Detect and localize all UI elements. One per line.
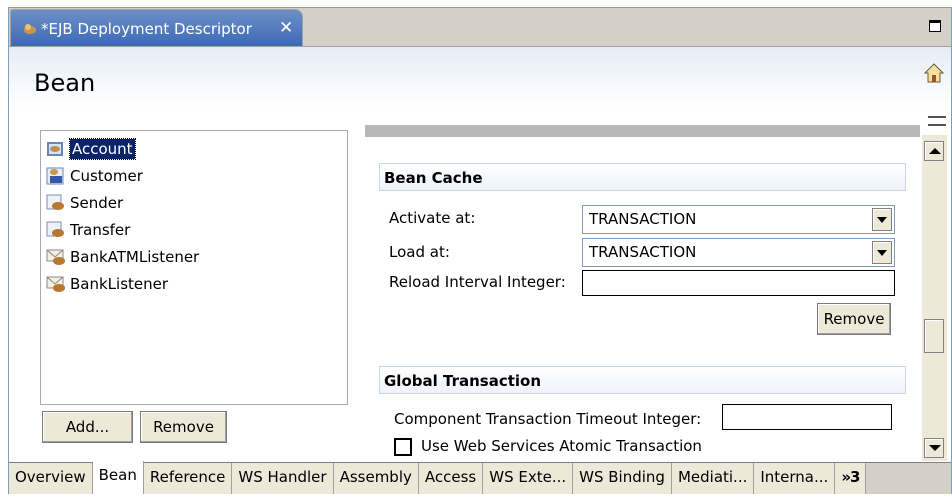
reload-interval-input[interactable] <box>582 270 895 296</box>
tab-mediation[interactable]: Mediati... <box>671 463 755 494</box>
bean-cache-title: Bean Cache <box>379 163 906 191</box>
bean-list[interactable]: Account Customer Sender Transfer BankATM… <box>40 130 348 405</box>
page-tabs: Overview Bean Reference WS Handler Assem… <box>9 461 951 494</box>
chevron-down-icon[interactable] <box>872 241 892 264</box>
message-driven-bean-icon <box>46 276 65 292</box>
load-at-select[interactable]: TRANSACTION <box>582 238 895 267</box>
editor-tab[interactable]: *EJB Deployment Descriptor ✕ <box>10 9 303 46</box>
tab-ws-binding[interactable]: WS Binding <box>573 463 672 494</box>
global-transaction-title: Global Transaction <box>379 366 906 394</box>
tab-internationalization[interactable]: Interna... <box>754 463 836 494</box>
session-bean-icon <box>46 221 64 237</box>
add-bean-button[interactable]: Add... <box>42 411 133 443</box>
global-transaction-section: Global Transaction Component Transaction… <box>379 366 906 466</box>
scroll-thumb[interactable] <box>924 319 944 353</box>
tab-reference[interactable]: Reference <box>143 463 233 494</box>
atomic-transaction-label: Use Web Services Atomic Transaction <box>421 437 702 455</box>
atomic-transaction-checkbox[interactable] <box>394 438 412 456</box>
chevron-down-icon[interactable] <box>872 208 892 231</box>
load-at-value: TRANSACTION <box>589 243 697 261</box>
activate-at-label: Activate at: <box>389 209 476 227</box>
editor-frame: *EJB Deployment Descriptor ✕ Bean Accoun… <box>8 7 952 494</box>
remove-bean-button[interactable]: Remove <box>140 411 227 443</box>
load-at-label: Load at: <box>389 243 450 261</box>
bean-item-label: BankATMListener <box>70 248 200 266</box>
bean-item-banklistener[interactable]: BankListener <box>46 271 168 297</box>
timeout-input[interactable] <box>722 404 892 430</box>
session-bean-icon <box>46 194 64 210</box>
page-title: Bean <box>34 69 96 97</box>
bean-item-sender[interactable]: Sender <box>46 190 123 216</box>
horizontal-scrollbar[interactable] <box>365 125 920 137</box>
tab-access[interactable]: Access <box>418 463 484 494</box>
sash-icon[interactable] <box>928 116 946 126</box>
bean-item-account[interactable]: Account <box>46 136 136 162</box>
scroll-up-icon[interactable] <box>924 141 944 161</box>
bean-item-label: Transfer <box>70 221 131 239</box>
home-icon[interactable] <box>923 62 945 84</box>
close-icon[interactable]: ✕ <box>279 18 293 38</box>
activate-at-select[interactable]: TRANSACTION <box>582 205 895 234</box>
maximize-icon[interactable] <box>929 20 941 32</box>
timeout-label: Component Transaction Timeout Integer: <box>394 410 702 428</box>
bean-item-bankatmlistener[interactable]: BankATMListener <box>46 244 199 270</box>
tab-ws-extension[interactable]: WS Exte... <box>483 463 574 494</box>
bean-item-label: Customer <box>70 167 143 185</box>
tab-overview[interactable]: Overview <box>9 463 93 494</box>
entity-bean-icon <box>47 142 63 156</box>
reload-interval-label: Reload Interval Integer: <box>389 273 566 291</box>
bean-cache-section: Bean Cache Activate at: TRANSACTION Load… <box>379 163 906 343</box>
bean-item-transfer[interactable]: Transfer <box>46 217 130 243</box>
vertical-scrollbar[interactable] <box>922 135 947 461</box>
message-driven-bean-icon <box>46 249 65 265</box>
entity-bean-2-1-icon <box>46 167 64 185</box>
tab-assembly[interactable]: Assembly <box>333 463 419 494</box>
bean-page: Bean Account Customer Sender Transfer Ba… <box>9 47 951 462</box>
remove-cache-button[interactable]: Remove <box>817 303 891 335</box>
ejb-descriptor-icon <box>24 24 36 34</box>
bean-item-label: Sender <box>70 194 124 212</box>
activate-at-value: TRANSACTION <box>589 210 697 228</box>
bean-item-label: Account <box>69 138 136 160</box>
bean-item-label: BankListener <box>70 275 169 293</box>
tab-bean[interactable]: Bean <box>92 461 144 494</box>
scroll-down-icon[interactable] <box>924 438 944 458</box>
more-tabs-button[interactable]: »3 <box>835 463 867 494</box>
editor-tab-strip: *EJB Deployment Descriptor ✕ <box>9 8 951 47</box>
bean-item-customer[interactable]: Customer <box>46 163 143 189</box>
editor-tab-title: *EJB Deployment Descriptor <box>41 20 252 38</box>
tab-ws-handler[interactable]: WS Handler <box>232 463 334 494</box>
